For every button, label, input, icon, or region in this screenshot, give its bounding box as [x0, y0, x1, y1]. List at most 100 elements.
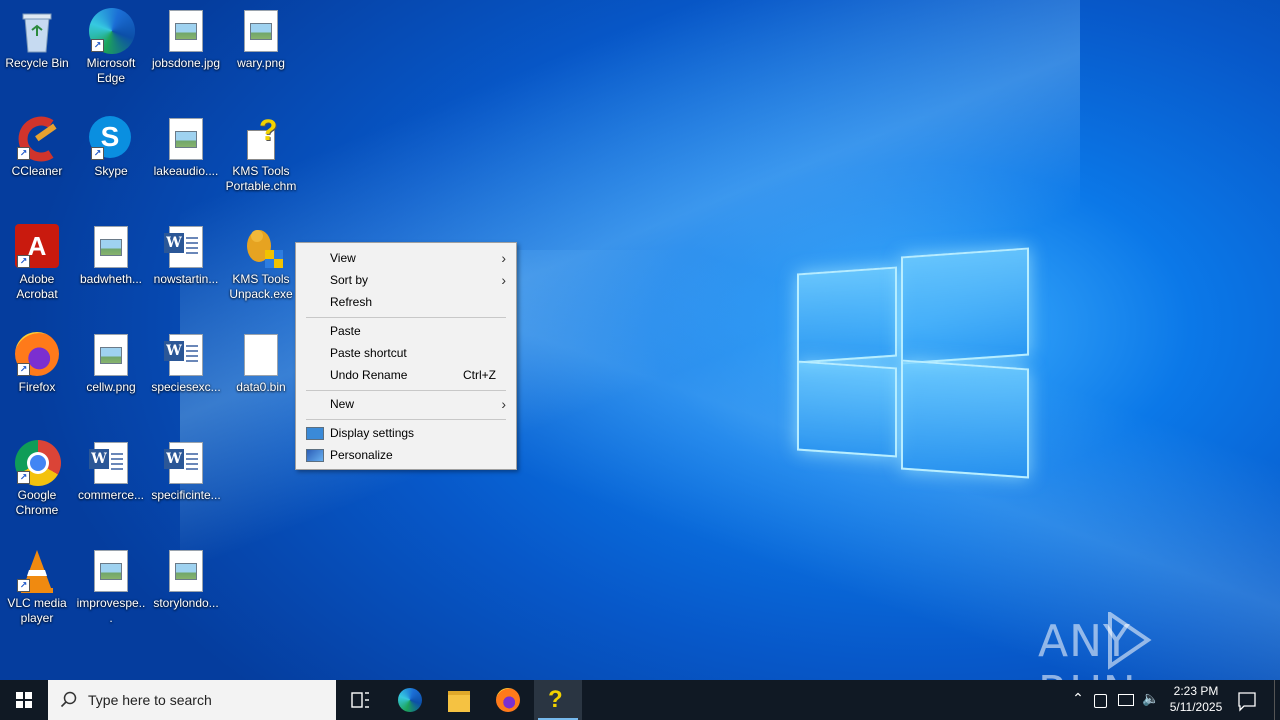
icon-label: Google Chrome — [15, 488, 59, 517]
menu-item-view[interactable]: View › — [298, 247, 514, 269]
search-icon — [60, 691, 77, 708]
desktop-icon-skype[interactable]: S ↗ Skype — [75, 116, 147, 179]
menu-separator — [306, 419, 506, 420]
icon-label: Firefox — [18, 380, 56, 394]
icon-label: nowstartin... — [153, 272, 219, 286]
network-button[interactable] — [1118, 692, 1136, 708]
clock-time: 2:23 PM — [1173, 684, 1219, 698]
speaker-icon: 🔈 — [1142, 690, 1160, 706]
menu-item-label: Display settings — [330, 426, 415, 440]
skype-icon: S ↗ — [89, 116, 133, 160]
desktop-icon-google-chrome[interactable]: ↗ Google Chrome — [1, 440, 73, 518]
chevron-up-icon: ⌃ — [1072, 690, 1084, 706]
desktop-icon-microsoft-edge[interactable]: ↗ Microsoft Edge — [75, 8, 147, 86]
icon-label: CCleaner — [11, 164, 63, 178]
desktop-icon-cellw[interactable]: cellw.png — [75, 332, 147, 395]
menu-item-undo-rename[interactable]: Undo Rename Ctrl+Z — [298, 364, 514, 386]
desktop-icon-ccleaner[interactable]: ↗ CCleaner — [1, 116, 73, 179]
desktop-icon-nowstartin[interactable]: W nowstartin... — [150, 224, 222, 287]
search-placeholder: Type here to search — [88, 692, 212, 708]
icon-label: Skype — [94, 164, 128, 178]
image-file-icon — [169, 10, 203, 52]
desktop-icon-wary[interactable]: wary.png — [225, 8, 297, 71]
taskbar-edge-button[interactable] — [386, 680, 434, 720]
icon-label: storylondo... — [153, 596, 219, 610]
desktop-icon-lakeaudio[interactable]: lakeaudio.... — [150, 116, 222, 179]
desktop-icon-kms-unpack[interactable]: KMS Tools Unpack.exe — [225, 224, 297, 302]
icon-label: VLC media player — [7, 596, 67, 625]
icon-label: cellw.png — [86, 380, 136, 394]
task-view-button[interactable] — [336, 680, 384, 720]
tray-app-icon[interactable] — [1094, 692, 1112, 708]
desktop-icon-specificinte[interactable]: W specificinte... — [150, 440, 222, 503]
personalize-icon — [306, 449, 324, 462]
desktop-icon-recycle-bin[interactable]: Recycle Bin — [1, 8, 73, 71]
edge-icon — [398, 688, 422, 712]
image-file-icon — [94, 226, 128, 268]
desktop-background[interactable]: Recycle Bin ↗ CCleaner A ↗ Adobe Acrobat… — [0, 0, 1280, 680]
menu-item-label: Paste — [330, 324, 361, 338]
menu-item-personalize[interactable]: Personalize — [298, 444, 514, 466]
desktop-icon-improvespe[interactable]: improvespe... — [75, 548, 147, 626]
icon-label: improvespe... — [76, 596, 146, 625]
desktop-icon-data0[interactable]: data0.bin — [225, 332, 297, 395]
icon-label: Recycle Bin — [5, 56, 69, 70]
show-desktop-button[interactable] — [1274, 680, 1280, 720]
icon-label: jobsdone.jpg — [151, 56, 221, 70]
icon-label: lakeaudio.... — [153, 164, 219, 178]
firefox-icon — [496, 688, 520, 712]
taskbar-search-box[interactable]: Type here to search — [48, 680, 336, 720]
taskbar-file-explorer-button[interactable] — [435, 680, 483, 720]
desktop-icon-jobsdone[interactable]: jobsdone.jpg — [150, 8, 222, 71]
icon-label: data0.bin — [236, 380, 286, 394]
word-doc-icon: W — [164, 334, 203, 376]
menu-item-sort-by[interactable]: Sort by › — [298, 269, 514, 291]
desktop-icon-badwheth[interactable]: badwheth... — [75, 224, 147, 287]
vlc-icon: ↗ — [15, 548, 59, 593]
show-hidden-icons-button[interactable]: ⌃ — [1068, 690, 1088, 710]
icon-label: Microsoft Edge — [86, 56, 136, 85]
desktop-icon-speciesexc[interactable]: W speciesexc... — [150, 332, 222, 395]
icon-label: commerce... — [77, 488, 144, 502]
anyrun-watermark: ANY RUN — [1038, 610, 1238, 680]
clock-date: 5/11/2025 — [1169, 700, 1223, 714]
menu-item-label: Undo Rename — [330, 368, 408, 382]
desktop-icon-commerce[interactable]: W commerce... — [75, 440, 147, 503]
chrome-icon: ↗ — [15, 440, 61, 486]
icon-label: specificinte... — [151, 488, 221, 502]
icon-label: speciesexc... — [151, 380, 221, 394]
edge-icon: ↗ — [89, 8, 135, 54]
meet-now-icon — [1094, 694, 1107, 708]
start-button[interactable] — [0, 680, 48, 720]
kms-chm-icon: ? — [548, 686, 563, 713]
menu-item-paste[interactable]: Paste — [298, 320, 514, 342]
chevron-right-icon: › — [501, 250, 506, 266]
watermark-text: ANY RUN — [1038, 616, 1136, 680]
desktop-icon-adobe-acrobat[interactable]: A ↗ Adobe Acrobat — [1, 224, 73, 302]
volume-button[interactable]: 🔈 — [1142, 690, 1162, 710]
menu-item-new[interactable]: New › — [298, 393, 514, 415]
icon-label: badwheth... — [79, 272, 143, 286]
action-center-button[interactable] — [1232, 690, 1262, 712]
taskbar-firefox-button[interactable] — [484, 680, 532, 720]
blank-file-icon — [244, 334, 278, 376]
recycle-bin-icon — [15, 8, 59, 53]
desktop-icon-kms-chm[interactable]: ? KMS Tools Portable.chm — [225, 114, 297, 194]
desktop-icon-firefox[interactable]: ↗ Firefox — [1, 332, 73, 395]
menu-item-label: Paste shortcut — [330, 346, 407, 360]
menu-item-refresh[interactable]: Refresh — [298, 291, 514, 313]
ccleaner-icon: ↗ — [15, 116, 59, 162]
icon-label: Adobe Acrobat — [16, 272, 58, 301]
menu-item-paste-shortcut[interactable]: Paste shortcut — [298, 342, 514, 364]
desktop-icon-storylondo[interactable]: storylondo... — [150, 548, 222, 611]
menu-item-display-settings[interactable]: Display settings — [298, 422, 514, 444]
display-settings-icon — [306, 427, 324, 440]
clock[interactable]: 2:23 PM 5/11/2025 — [1162, 680, 1230, 720]
notification-icon — [1238, 692, 1256, 712]
taskbar-kms-chm-button[interactable]: ? — [534, 680, 582, 720]
image-file-icon — [244, 10, 278, 52]
desktop-icon-vlc[interactable]: ↗ VLC media player — [1, 548, 73, 626]
icon-label: wary.png — [237, 56, 285, 70]
network-icon — [1118, 694, 1134, 706]
icon-label: KMS Tools Portable.chm — [225, 164, 297, 193]
